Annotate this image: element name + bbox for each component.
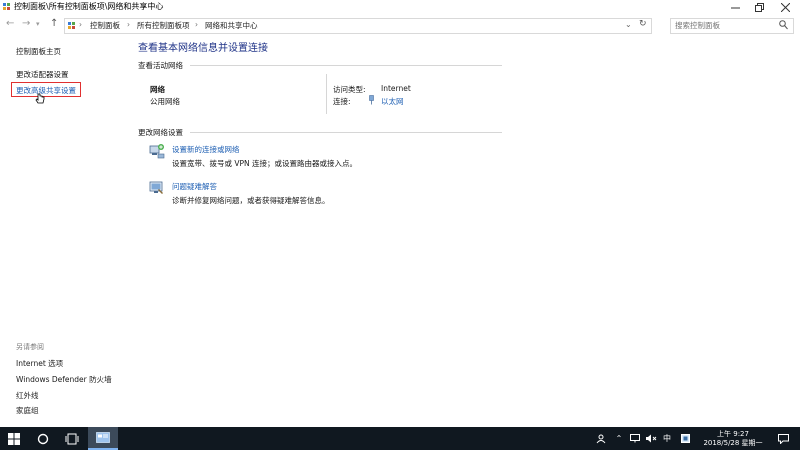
setup-connection-link[interactable]: 设置新的连接或网络	[172, 144, 240, 155]
taskbar: ⌃ 中 上午 9:27 2018/5/28 星期一	[0, 427, 800, 450]
address-bar[interactable]: › 控制面板 › 所有控制面板项 › 网络和共享中心 ⌄ ↻	[64, 18, 652, 34]
search-icon[interactable]	[779, 20, 788, 32]
search-box	[670, 18, 794, 34]
address-control-panel-icon	[68, 22, 76, 32]
refresh-icon[interactable]: ↻	[639, 19, 647, 29]
active-networks-heading: 查看活动网络	[138, 61, 183, 70]
window-title: 控制面板\所有控制面板项\网络和共享中心	[14, 2, 164, 11]
recent-locations-button[interactable]: ▾	[36, 20, 40, 28]
dropdown-chevron-icon[interactable]: ⌄	[625, 20, 632, 29]
access-type-label: 访问类型:	[333, 85, 366, 94]
restore-icon	[754, 2, 764, 12]
clock-time: 上午 9:27	[717, 429, 749, 438]
ethernet-connection-link[interactable]: 以太网	[381, 96, 404, 107]
breadcrumb-control-panel[interactable]: 控制面板	[90, 20, 120, 31]
title-bar: 控制面板\所有控制面板项\网络和共享中心	[0, 0, 800, 14]
ime-mode-indicator[interactable]: 中	[660, 427, 674, 450]
address-row: ← → ▾ ↑ › 控制面板 › 所有控制面板项 › 网络和共享中心 ⌄ ↻	[0, 14, 800, 36]
sidebar-item-home[interactable]: 控制面板主页	[16, 46, 61, 57]
new-connection-icon	[149, 143, 165, 161]
page-title: 查看基本网络信息并设置连接	[138, 43, 268, 54]
search-cortana-button[interactable]	[30, 427, 56, 450]
ime-keyboard-icon	[680, 434, 690, 443]
task-view-icon	[65, 433, 79, 444]
troubleshoot-link[interactable]: 问题疑难解答	[172, 181, 217, 192]
section-divider	[190, 65, 502, 66]
volume-button[interactable]	[644, 427, 658, 450]
clock-date: 2018/5/28 星期一	[703, 438, 763, 447]
network-type[interactable]: 公用网络	[150, 96, 180, 107]
people-icon	[596, 434, 606, 443]
ime-settings-button[interactable]	[678, 427, 692, 450]
network-tray-button[interactable]	[628, 427, 642, 450]
breadcrumb-separator: ›	[195, 20, 198, 29]
taskbar-app-network-center[interactable]	[88, 427, 118, 450]
setup-connection-desc: 设置宽带、拨号或 VPN 连接；或设置路由器或接入点。	[172, 159, 358, 168]
task-view-button[interactable]	[58, 427, 86, 450]
volume-muted-icon	[645, 434, 656, 443]
breadcrumb-separator: ›	[79, 20, 82, 29]
troubleshoot-icon	[149, 180, 165, 198]
back-button[interactable]: ←	[6, 18, 14, 29]
close-icon	[780, 2, 790, 12]
control-panel-icon	[3, 3, 11, 11]
cortana-circle-icon	[37, 433, 49, 444]
forward-button[interactable]: →	[22, 18, 30, 29]
vertical-divider	[326, 74, 327, 114]
breadcrumb-all-items[interactable]: 所有控制面板项	[137, 20, 190, 31]
see-also-infrared[interactable]: 红外线	[16, 390, 39, 401]
access-type-value: Internet	[381, 84, 411, 93]
minimize-button[interactable]	[722, 0, 748, 14]
up-button[interactable]: ↑	[50, 18, 58, 29]
see-also-title: 另请参阅	[16, 343, 44, 351]
windows-logo-icon	[8, 432, 20, 445]
people-button[interactable]	[592, 427, 610, 450]
breadcrumb-separator: ›	[127, 20, 130, 29]
breadcrumb-network-center[interactable]: 网络和共享中心	[205, 20, 258, 31]
see-also-defender-firewall[interactable]: Windows Defender 防火墙	[16, 374, 112, 385]
change-settings-heading: 更改网络设置	[138, 128, 183, 137]
show-hidden-icons-button[interactable]: ⌃	[612, 427, 626, 450]
restore-button[interactable]	[746, 0, 772, 14]
see-also-internet-options[interactable]: Internet 选项	[16, 358, 63, 369]
close-button[interactable]	[772, 0, 798, 14]
ethernet-icon	[368, 95, 375, 107]
troubleshoot-desc: 诊断并修复网络问题，或者获得疑难解答信息。	[172, 196, 330, 205]
hand-cursor-icon	[35, 93, 45, 107]
network-monitor-icon	[630, 434, 640, 443]
network-name: 网络	[150, 85, 165, 94]
sidebar-item-advanced-sharing[interactable]: 更改高级共享设置	[16, 85, 76, 96]
control-panel-app-icon	[96, 431, 110, 443]
see-also-homegroup[interactable]: 家庭组	[16, 405, 39, 416]
action-center-icon	[777, 433, 789, 444]
section-divider	[190, 132, 502, 133]
connections-label: 连接:	[333, 97, 351, 106]
start-button[interactable]	[0, 427, 28, 450]
sidebar-item-adapter-settings[interactable]: 更改适配器设置	[16, 69, 69, 80]
notifications-button[interactable]	[772, 427, 794, 450]
clock[interactable]: 上午 9:27 2018/5/28 星期一	[698, 427, 768, 450]
search-input[interactable]	[671, 19, 779, 31]
minimize-icon	[730, 7, 740, 8]
